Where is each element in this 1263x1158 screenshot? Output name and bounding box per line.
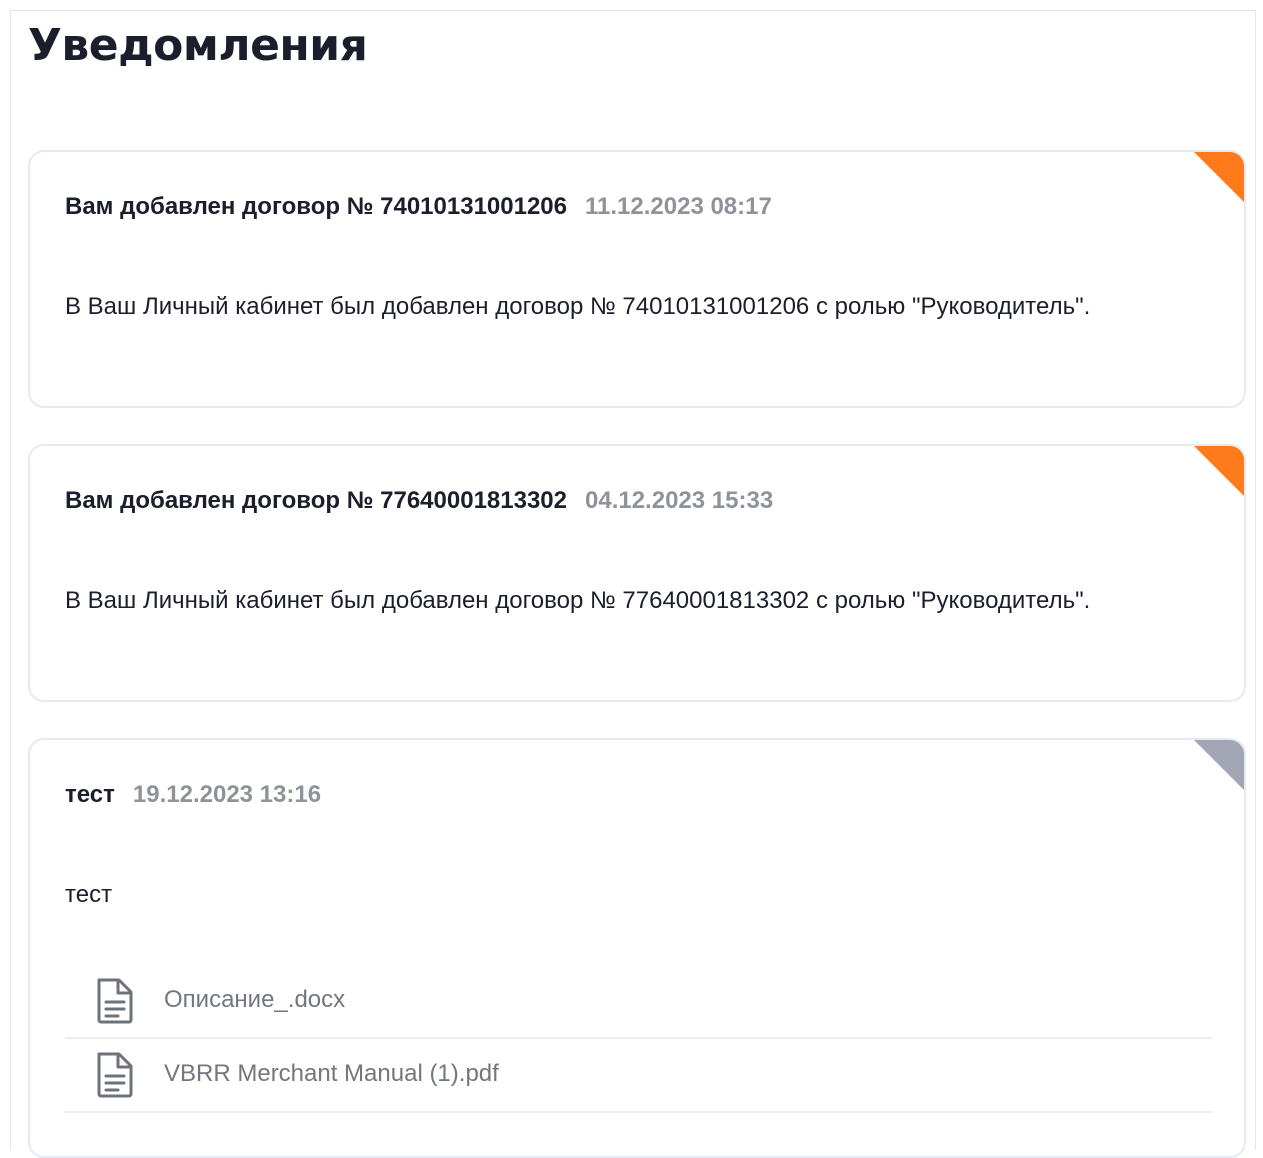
notification-title: Вам добавлен договор № 74010131001206 [65,193,567,220]
notification-card[interactable]: Вам добавлен договор № 74010131001206 11.… [28,150,1246,408]
notification-title: Вам добавлен договор № 77640001813302 [65,487,567,514]
read-marker-icon [1194,740,1244,790]
notification-header: Вам добавлен договор № 77640001813302 04.… [65,484,773,518]
unread-marker-icon [1194,446,1244,496]
notification-body: тест [65,881,113,908]
notification-date: 04.12.2023 15:33 [585,487,774,514]
notification-date: 11.12.2023 08:17 [585,193,772,220]
page-title: Уведомления [28,20,368,71]
notification-title: тест [65,781,115,808]
attachment-list: Описание_.docx VBRR Merchant Manual (1).… [65,965,1212,1113]
notification-date: 19.12.2023 13:16 [132,781,322,808]
notification-header: тест 19.12.2023 13:16 [65,778,321,812]
notification-card[interactable]: Вам добавлен договор № 77640001813302 04.… [28,444,1246,702]
notification-card[interactable]: тест 19.12.2023 13:16 тест Описание_.docx… [28,738,1246,1158]
attachment-item[interactable]: Описание_.docx [65,965,1212,1039]
document-icon [97,978,133,1024]
attachment-name[interactable]: VBRR Merchant Manual (1).pdf [164,1057,499,1091]
unread-marker-icon [1194,152,1244,202]
notification-header: Вам добавлен договор № 74010131001206 11.… [65,190,772,224]
attachment-item[interactable]: VBRR Merchant Manual (1).pdf [65,1039,1212,1113]
document-icon [97,1052,133,1098]
attachment-name[interactable]: Описание_.docx [164,983,345,1017]
notification-body: В Ваш Личный кабинет был добавлен догово… [65,293,1091,320]
notification-body: В Ваш Личный кабинет был добавлен догово… [65,587,1091,614]
